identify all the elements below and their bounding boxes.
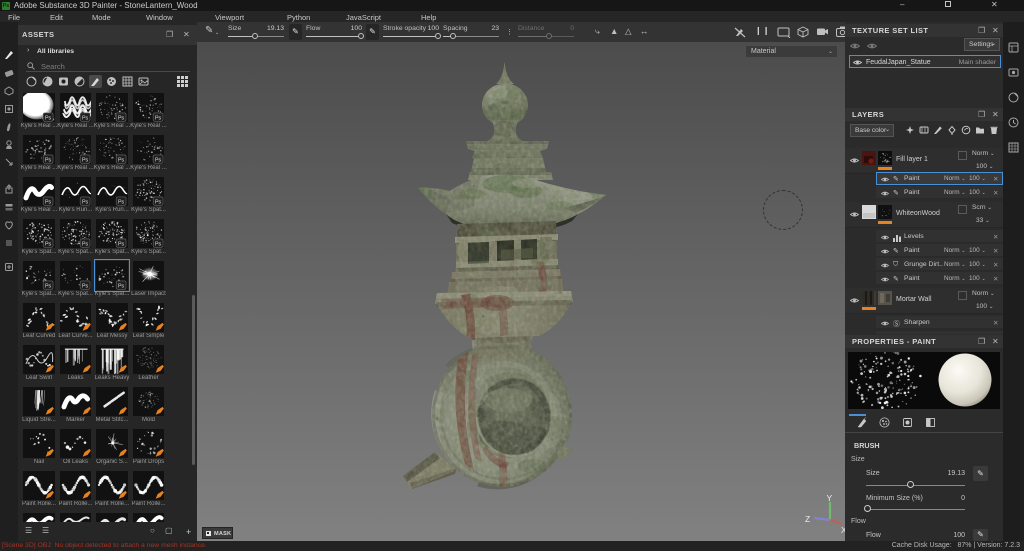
svg-text:Ps: Ps	[118, 199, 125, 205]
svg-text:Ps: Ps	[118, 241, 125, 247]
svg-text:Ps: Ps	[154, 199, 161, 205]
svg-text:Ps: Ps	[45, 283, 52, 289]
svg-text:Ps: Ps	[154, 115, 161, 121]
svg-text:Ps: Ps	[118, 157, 125, 163]
svg-text:Ps: Ps	[81, 241, 88, 247]
svg-text:Ps: Ps	[45, 241, 52, 247]
svg-text:Ps: Ps	[154, 157, 161, 163]
svg-text:Ps: Ps	[81, 157, 88, 163]
svg-text:Z: Z	[805, 514, 810, 524]
svg-text:Ps: Ps	[154, 241, 161, 247]
svg-text:Ps: Ps	[118, 283, 125, 289]
svg-text:Ps: Ps	[118, 115, 125, 121]
svg-text:Ps: Ps	[45, 157, 52, 163]
svg-text:Ps: Ps	[81, 283, 88, 289]
svg-text:Y: Y	[827, 493, 833, 503]
svg-text:Ps: Ps	[81, 199, 88, 205]
svg-text:Ps: Ps	[81, 115, 88, 121]
svg-text:Ps: Ps	[45, 115, 52, 121]
svg-text:Ps: Ps	[45, 199, 52, 205]
